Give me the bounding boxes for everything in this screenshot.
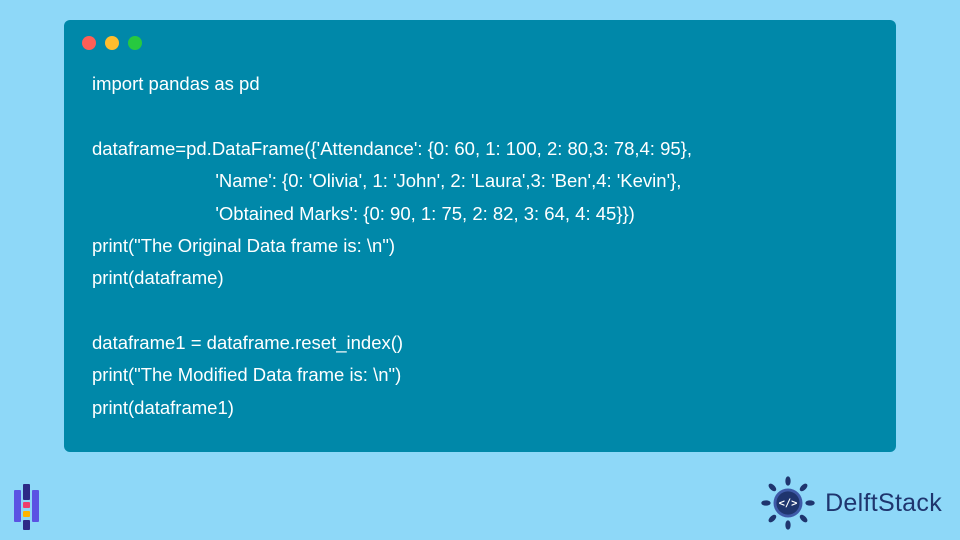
maximize-icon	[128, 36, 142, 50]
code-window: import pandas as pd dataframe=pd.DataFra…	[64, 20, 896, 452]
minimize-icon	[105, 36, 119, 50]
code-block: import pandas as pd dataframe=pd.DataFra…	[64, 60, 896, 428]
close-icon	[82, 36, 96, 50]
bars-logo-icon	[12, 484, 52, 530]
brand-name: DelftStack	[825, 489, 942, 518]
brand: </> DelftStack	[759, 474, 942, 532]
delftstack-logo-icon: </>	[759, 474, 817, 532]
window-controls	[64, 20, 896, 60]
svg-text:</>: </>	[779, 497, 798, 509]
